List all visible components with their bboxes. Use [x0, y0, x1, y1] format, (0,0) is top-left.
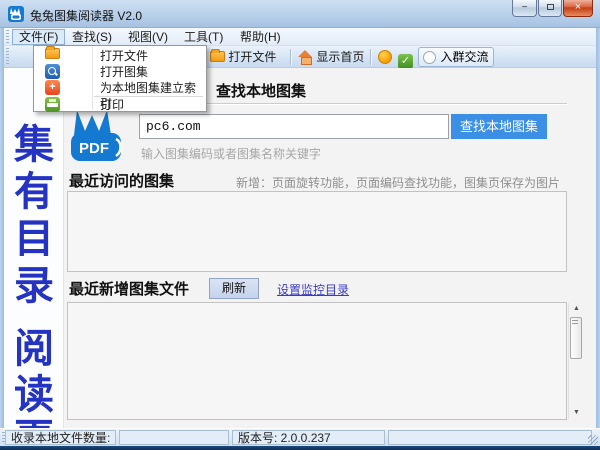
menu-item-label: 打开图集 [100, 65, 149, 79]
file-dropdown-menu: 打开文件 打开图集 + 为本地图集建立索引 打印 [33, 45, 207, 112]
statusbar: 收录本地文件数量: 0 版本号: 2.0.0.237 [0, 428, 600, 450]
search-section-title: 查找本地图集 [216, 83, 307, 100]
folder-icon [210, 49, 225, 62]
sidebar-char: 录 [14, 263, 54, 308]
recent-section-title: 最近访问的图集 [69, 173, 175, 190]
refresh-button[interactable]: 刷新 [209, 278, 259, 299]
new-files-section-title: 最近新增图集文件 [69, 281, 190, 298]
sidebar-banner: 集 有 目 录 阅 读 更 快 [4, 68, 64, 428]
menu-view[interactable]: 视图(V) [122, 29, 174, 45]
toolbar-join-group-button[interactable]: 入群交流 [418, 47, 494, 67]
menu-search[interactable]: 查找(S) [66, 29, 118, 45]
svg-text:PDF: PDF [79, 140, 109, 157]
menu-tools[interactable]: 工具(T) [178, 29, 229, 45]
search-local-button[interactable]: 查找本地图集 [451, 114, 547, 139]
status-panel-empty [388, 430, 592, 445]
scroll-up-icon[interactable]: ▲ [569, 303, 584, 315]
scroll-down-icon[interactable]: ▼ [569, 407, 584, 419]
menu-file[interactable]: 文件(F) [12, 29, 66, 45]
main-content: 查找本地图集 PDF 查找本地图集 输入图集编码或者图集名称关键字 最近访问的图… [65, 68, 584, 428]
sidebar-char: 更 [4, 406, 63, 428]
scrollbar-grip [572, 320, 578, 326]
plus-icon: + [45, 80, 60, 95]
toolbar-open-file-label: 打开文件 [228, 50, 277, 64]
menu-item-label: 打印 [100, 98, 125, 112]
green-check-icon: ✓ [398, 54, 413, 69]
qq-icon [423, 51, 436, 64]
close-button[interactable]: × [563, 0, 593, 17]
toolbar-open-file-button[interactable]: 打开文件 [210, 47, 276, 67]
toolbar-show-home-label: 显示首页 [316, 50, 365, 64]
minimize-button[interactable]: − [512, 0, 537, 17]
status-panel-empty [119, 430, 229, 445]
toolbar-show-home-button[interactable]: 显示首页 [298, 47, 364, 67]
rabbit-pdf-logo: PDF [71, 110, 122, 161]
toolbar-coin-button[interactable] [378, 47, 392, 67]
printer-icon [45, 97, 60, 112]
menu-item-open-atlas[interactable]: 打开图集 [34, 64, 206, 80]
menu-item-print[interactable]: 打印 [34, 97, 206, 113]
menu-item-build-index[interactable]: + 为本地图集建立索引 [34, 80, 206, 111]
status-file-count: 收录本地文件数量: 0 [5, 430, 116, 450]
client-area: 集 有 目 录 阅 读 更 快 查找本地图集 PDF 查找本地图集 输入图集编码… [4, 68, 596, 428]
toolbar-grip[interactable] [6, 48, 9, 65]
window-border-right [596, 28, 600, 446]
window-border-bottom [0, 446, 600, 450]
menubar-grip[interactable] [6, 30, 9, 43]
set-monitor-dir-link[interactable]: 设置监控目录 [277, 281, 349, 298]
maximize-icon [546, 4, 554, 10]
maximize-button[interactable] [538, 0, 562, 17]
menu-item-label: 打开文件 [100, 49, 149, 63]
app-icon [8, 6, 24, 22]
list-scrollbar[interactable]: ▲ ▼ [568, 303, 583, 419]
new-files-list[interactable] [67, 302, 567, 420]
search-input[interactable] [139, 114, 449, 139]
app-window: 兔兔图集阅读器 V2.0 − × 文件(F) 查找(S) 视图(V) 工具(T)… [0, 0, 600, 450]
toolbar-separator [370, 49, 371, 65]
menu-help[interactable]: 帮助(H) [234, 29, 287, 45]
new-features-note: 新增：页面旋转功能，页面编码查找功能，图集页保存为图片 [236, 176, 561, 190]
titlebar[interactable]: 兔兔图集阅读器 V2.0 − × [0, 0, 600, 28]
coin-icon [378, 50, 392, 64]
join-group-label: 入群交流 [440, 50, 489, 64]
toolbar-safety-button[interactable]: ✓ [398, 47, 413, 69]
menubar: 文件(F) 查找(S) 视图(V) 工具(T) 帮助(H) [4, 28, 596, 46]
menu-item-open-file[interactable]: 打开文件 [34, 46, 206, 64]
recent-atlases-list[interactable] [67, 191, 567, 272]
window-title: 兔兔图集阅读器 V2.0 [30, 9, 143, 23]
home-icon [298, 50, 313, 65]
toolbar-separator [290, 49, 291, 65]
search-hint: 输入图集编码或者图集名称关键字 [141, 147, 322, 161]
magnifier-icon [45, 64, 60, 79]
folder-icon [45, 46, 60, 59]
status-version: 版本号: 2.0.0.237 [232, 430, 385, 445]
resize-grip[interactable] [588, 435, 598, 445]
